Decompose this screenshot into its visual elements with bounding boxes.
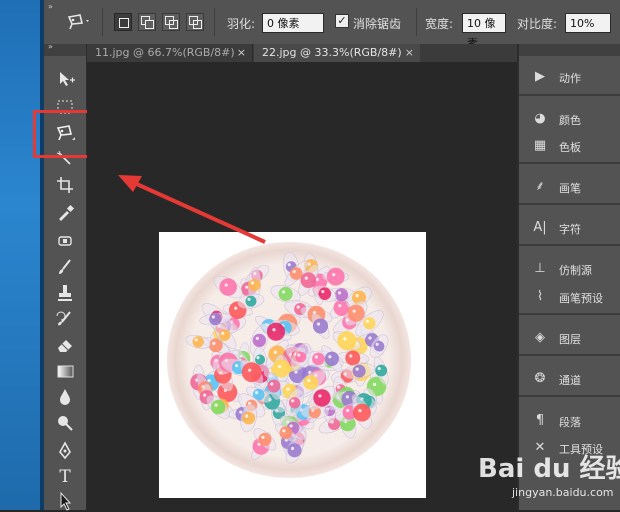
panel-item-label: 色板	[559, 141, 581, 154]
panels-dock-header[interactable]	[519, 44, 620, 56]
panel-item[interactable]: ⸙ 画笔	[519, 174, 620, 200]
clone-source-icon: ⊥	[534, 261, 546, 276]
panel-item-label: 图层	[559, 333, 581, 346]
panel-item-label: 段落	[559, 416, 581, 429]
panel-item[interactable]: ▦ 色板	[519, 133, 620, 159]
swatches-icon: ▦	[533, 138, 547, 153]
panel-group-divider	[519, 162, 620, 164]
panel-item-label: 画笔	[559, 182, 581, 195]
panel-item-label: 字符	[559, 223, 581, 236]
baidu-watermark-logo: Bai du 经验	[478, 454, 620, 484]
panel-item[interactable]: ¶ 段落	[519, 408, 620, 434]
panel-group-divider	[519, 354, 620, 356]
baidu-watermark-url: jingyan.baidu.com	[512, 486, 614, 499]
panel-item[interactable]: ⊥ 仿制源	[519, 256, 620, 282]
brush-icon: ⸙	[535, 179, 545, 194]
panel-item[interactable]: ◈ 图层	[519, 325, 620, 351]
panel-item-label: 仿制源	[559, 264, 592, 277]
channels-icon: ❂	[534, 371, 546, 386]
paragraph-icon: ¶	[535, 413, 545, 428]
panel-group-divider	[519, 395, 620, 397]
palette-icon: ◕	[534, 111, 546, 126]
play-icon: ▶	[535, 69, 545, 84]
character-icon: A|	[533, 220, 547, 235]
brush-preset-icon: ⌇	[536, 289, 544, 304]
panel-group-divider	[519, 203, 620, 205]
panel-item-label: 动作	[559, 72, 581, 85]
panel-item[interactable]: ▶ 动作	[519, 64, 620, 90]
panel-group-divider	[519, 244, 620, 246]
panel-group-divider	[519, 94, 620, 96]
panel-item[interactable]: A| 字符	[519, 215, 620, 241]
panel-item-label: 通道	[559, 374, 581, 387]
panel-item[interactable]: ❂ 通道	[519, 366, 620, 392]
panel-item-label: 画笔预设	[559, 292, 603, 305]
panel-item[interactable]: ◕ 颜色	[519, 106, 620, 132]
panel-group-divider	[519, 313, 620, 315]
panels-dock: ▶ 动作 ◕ 颜色 ▦ 色板 ⸙ 画笔 A| 字符 ⊥ 仿制源 ⌇ 画笔预设 ◈ 图层 ❂ 通道 ¶ 段落 ✕ 工具预设	[517, 44, 620, 510]
panel-item-label: 颜色	[559, 114, 581, 127]
panel-item[interactable]: ⌇ 画笔预设	[519, 284, 620, 310]
layers-icon: ◈	[535, 330, 545, 345]
